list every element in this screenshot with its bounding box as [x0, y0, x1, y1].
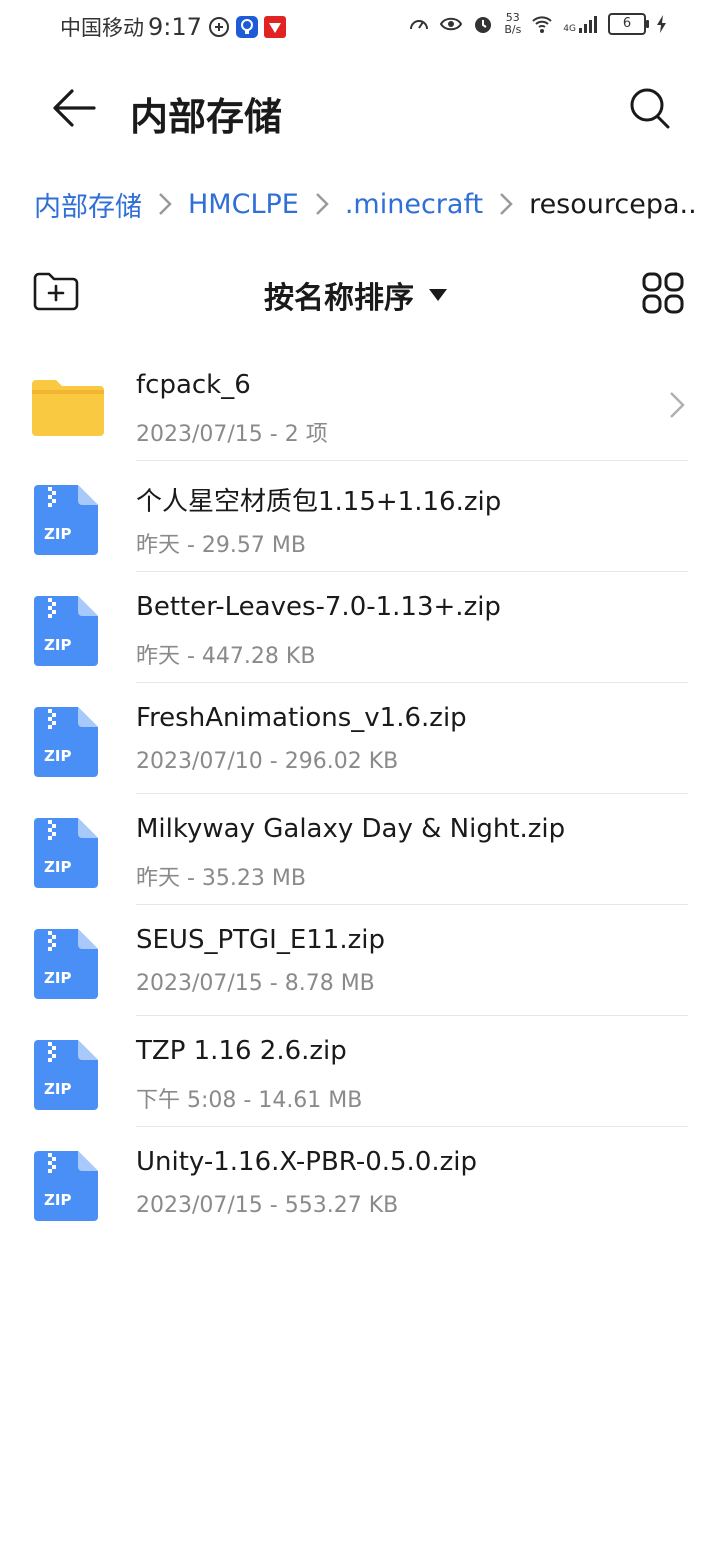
list-item[interactable]: ZIP Better-Leaves-7.0-1.13+.zip 昨天 - 447…: [0, 572, 720, 683]
file-list: fcpack_6 2023/07/15 - 2 项 ZIP 个人星空材质包1.1…: [0, 350, 720, 1238]
folder-icon: [32, 380, 104, 436]
grid-view-button[interactable]: [642, 272, 686, 316]
triangle-down-icon: [429, 289, 447, 301]
file-name: Milkyway Galaxy Day & Night.zip: [136, 814, 566, 844]
breadcrumb-hmclpe[interactable]: HMCLPE: [188, 189, 299, 220]
chevron-right-icon: [499, 193, 513, 215]
battery-indicator: 6: [608, 13, 649, 35]
zip-file-icon: ZIP: [34, 929, 98, 999]
zip-label: ZIP: [44, 1080, 71, 1098]
net-speed: 53 B/s: [504, 12, 521, 36]
sort-dropdown[interactable]: 按名称排序: [264, 272, 448, 318]
file-name: fcpack_6: [136, 370, 251, 400]
speedometer-icon: [410, 20, 429, 30]
zip-label: ZIP: [44, 1191, 71, 1209]
breadcrumb-current[interactable]: resourcepa...: [529, 189, 694, 220]
toolbar: 按名称排序: [0, 262, 720, 328]
file-name: Better-Leaves-7.0-1.13+.zip: [136, 592, 501, 622]
search-button[interactable]: [620, 78, 680, 138]
list-item[interactable]: ZIP Milkyway Galaxy Day & Night.zip 昨天 -…: [0, 794, 720, 905]
file-meta: 昨天 - 35.23 MB: [136, 866, 306, 891]
grid-icon: [642, 272, 684, 314]
chevron-right-icon: [670, 392, 685, 418]
zip-file-icon: ZIP: [34, 485, 98, 555]
lightbulb-app-icon: [235, 16, 258, 38]
zip-file-icon: ZIP: [34, 818, 98, 888]
file-name: Unity-1.16.X-PBR-0.5.0.zip: [136, 1147, 477, 1177]
new-folder-button[interactable]: [32, 270, 82, 320]
file-meta: 2023/07/10 - 296.02 KB: [136, 749, 399, 774]
file-name: TZP 1.16 2.6.zip: [136, 1036, 347, 1066]
list-item[interactable]: ZIP Unity-1.16.X-PBR-0.5.0.zip 2023/07/1…: [0, 1127, 720, 1238]
breadcrumb-minecraft[interactable]: .minecraft: [345, 189, 483, 220]
list-item[interactable]: ZIP SEUS_PTGI_E11.zip 2023/07/15 - 8.78 …: [0, 905, 720, 1016]
file-meta: 2023/07/15 - 2 项: [136, 422, 328, 447]
chevron-right-icon: [315, 193, 329, 215]
sort-label: 按名称排序: [264, 281, 414, 316]
zip-label: ZIP: [44, 969, 71, 987]
zip-label: ZIP: [44, 858, 71, 876]
file-name: 个人星空材质包1.15+1.16.zip: [136, 487, 502, 517]
file-name: SEUS_PTGI_E11.zip: [136, 925, 385, 955]
zip-file-icon: ZIP: [34, 596, 98, 666]
list-item[interactable]: fcpack_6 2023/07/15 - 2 项: [0, 350, 720, 461]
breadcrumb-internal-storage[interactable]: 内部存储: [34, 185, 142, 224]
zip-file-icon: ZIP: [34, 1040, 98, 1110]
search-icon: [630, 88, 670, 129]
signal-icon: [579, 16, 597, 33]
status-bar: 中国移动 9:17 53 B/s 4G 6: [0, 0, 720, 56]
status-right: 53 B/s 4G 6: [408, 12, 668, 36]
page-title: 内部存储: [130, 95, 283, 139]
file-meta: 2023/07/15 - 8.78 MB: [136, 971, 375, 996]
list-item[interactable]: ZIP TZP 1.16 2.6.zip 下午 5:08 - 14.61 MB: [0, 1016, 720, 1127]
folder-plus-icon: [33, 272, 79, 311]
file-meta: 昨天 - 29.57 MB: [136, 533, 306, 558]
app-bar: 内部存储: [0, 56, 720, 166]
red-app-icon: [263, 16, 286, 38]
zip-file-icon: ZIP: [34, 1151, 98, 1221]
list-item[interactable]: ZIP 个人星空材质包1.15+1.16.zip 昨天 - 29.57 MB: [0, 461, 720, 572]
net-speed-unit: B/s: [504, 23, 522, 36]
file-meta: 昨天 - 447.28 KB: [136, 644, 316, 669]
zip-label: ZIP: [44, 747, 71, 765]
wifi-icon: [532, 16, 552, 33]
chevron-right-icon: [158, 193, 172, 215]
zip-file-icon: ZIP: [34, 707, 98, 777]
file-meta: 下午 5:08 - 14.61 MB: [136, 1088, 363, 1113]
clock: 9:17: [148, 13, 202, 41]
charging-icon: [657, 15, 666, 33]
zip-label: ZIP: [44, 636, 71, 654]
zip-label: ZIP: [44, 525, 71, 543]
sync-icon: [208, 17, 229, 37]
alarm-icon: [475, 17, 492, 33]
carrier-label: 中国移动: [60, 16, 144, 40]
file-meta: 2023/07/15 - 553.27 KB: [136, 1193, 399, 1218]
arrow-left-icon: [53, 89, 96, 127]
back-button[interactable]: [44, 78, 104, 138]
list-item[interactable]: ZIP FreshAnimations_v1.6.zip 2023/07/10 …: [0, 683, 720, 794]
network-type: 4G: [563, 24, 576, 34]
cell-signal: 4G: [563, 14, 598, 34]
file-name: FreshAnimations_v1.6.zip: [136, 703, 467, 733]
status-left: 中国移动 9:17: [60, 12, 286, 42]
breadcrumb: 内部存储 HMCLPE .minecraft resourcepa...: [34, 182, 694, 226]
eye-icon: [440, 17, 463, 31]
